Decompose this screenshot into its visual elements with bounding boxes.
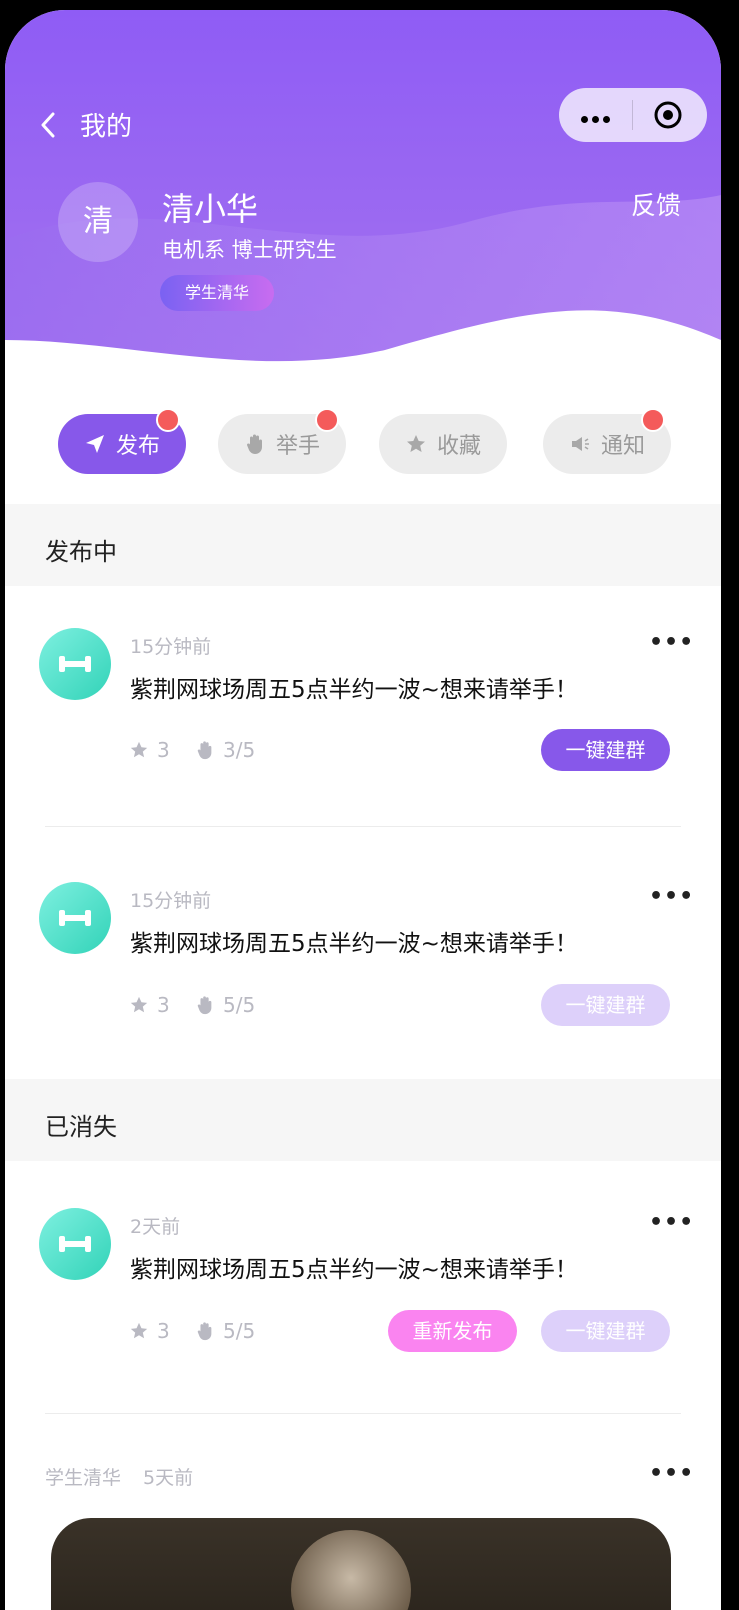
repost-button[interactable]: 重新发布 bbox=[388, 1310, 517, 1352]
star-icon bbox=[130, 996, 148, 1013]
hand-icon bbox=[197, 1322, 212, 1341]
hand-icon bbox=[197, 996, 212, 1015]
create-group-button[interactable]: 一键建群 bbox=[541, 729, 670, 771]
favorite-count: 3 bbox=[129, 993, 170, 1017]
star-icon bbox=[130, 741, 148, 758]
star-icon bbox=[406, 435, 425, 452]
dumbbell-avatar bbox=[39, 628, 111, 700]
create-group-button-disabled[interactable]: 一键建群 bbox=[541, 1310, 670, 1352]
post-meta: 学生清华 5天前 bbox=[45, 1463, 193, 1490]
post-more-icon[interactable]: ••• bbox=[649, 1461, 694, 1486]
create-group-button-disabled[interactable]: 一键建群 bbox=[541, 984, 670, 1026]
section-header-publishing: 发布中 bbox=[5, 504, 721, 586]
user-department: 电机系 博士研究生 bbox=[162, 238, 337, 262]
hand-count: 5/5 bbox=[195, 1319, 255, 1343]
post-time: 2天前 bbox=[130, 1216, 181, 1238]
section-title: 已消失 bbox=[45, 1113, 117, 1141]
favorite-count: 3 bbox=[129, 738, 170, 762]
post-content: 紫荆网球场周五5点半约一波~想来请举手！ bbox=[130, 931, 578, 957]
hand-count: 5/5 bbox=[195, 993, 255, 1017]
divider bbox=[45, 1413, 681, 1414]
post-author: 学生清华 bbox=[45, 1467, 122, 1489]
speaker-icon bbox=[571, 437, 589, 451]
close-miniprogram-icon[interactable] bbox=[653, 100, 683, 130]
hand-icon bbox=[197, 741, 212, 760]
section-header-vanished: 已消失 bbox=[5, 1079, 721, 1161]
post-time: 5天前 bbox=[143, 1467, 194, 1489]
star-icon bbox=[130, 1322, 148, 1339]
photo-subject bbox=[291, 1530, 411, 1610]
favorite-count: 3 bbox=[129, 1319, 170, 1343]
tab-notifications-badge bbox=[641, 408, 665, 432]
user-name: 清小华 bbox=[162, 190, 259, 228]
dumbbell-icon bbox=[59, 656, 91, 672]
tab-favorites[interactable]: 收藏 bbox=[379, 414, 507, 474]
miniprogram-capsule bbox=[559, 88, 707, 142]
post-time: 15分钟前 bbox=[130, 636, 212, 658]
tab-label: 通知 bbox=[600, 434, 645, 459]
hand-count-value: 3/5 bbox=[223, 738, 256, 762]
tab-label: 举手 bbox=[275, 434, 320, 459]
back-icon[interactable] bbox=[37, 110, 59, 140]
capsule-divider bbox=[632, 100, 633, 130]
hand-count-value: 5/5 bbox=[223, 1319, 256, 1343]
post-photo[interactable] bbox=[51, 1518, 671, 1610]
favorite-count-value: 3 bbox=[157, 1319, 170, 1343]
post-more-icon[interactable]: ••• bbox=[649, 884, 694, 909]
favorite-count-value: 3 bbox=[157, 738, 170, 762]
tab-label: 发布 bbox=[115, 434, 160, 459]
post-content: 紫荆网球场周五5点半约一波~想来请举手！ bbox=[130, 677, 578, 703]
phone-screen: 我的 清 清小华 电机系 博士研究生 学生清华 反馈 发布 举手 收藏 通知 发… bbox=[5, 10, 721, 1610]
feedback-link[interactable]: 反馈 bbox=[631, 186, 681, 222]
tab-label: 收藏 bbox=[436, 434, 481, 459]
post-content: 紫荆网球场周五5点半约一波~想来请举手！ bbox=[130, 1257, 578, 1283]
dumbbell-icon bbox=[59, 910, 91, 926]
dumbbell-avatar bbox=[39, 882, 111, 954]
post-more-icon[interactable]: ••• bbox=[649, 630, 694, 655]
post-time: 15分钟前 bbox=[130, 890, 212, 912]
tab-publish-badge bbox=[156, 408, 180, 432]
profile-header: 我的 清 清小华 电机系 博士研究生 学生清华 反馈 bbox=[5, 10, 721, 390]
tab-raise-hand-badge bbox=[315, 408, 339, 432]
page-title: 我的 bbox=[80, 112, 133, 142]
dumbbell-avatar bbox=[39, 1208, 111, 1280]
send-icon bbox=[85, 435, 104, 453]
more-menu-icon[interactable] bbox=[581, 108, 614, 127]
hand-count: 3/5 bbox=[195, 738, 255, 762]
hand-count-value: 5/5 bbox=[223, 993, 256, 1017]
avatar[interactable]: 清 bbox=[58, 182, 138, 262]
favorite-count-value: 3 bbox=[157, 993, 170, 1017]
dumbbell-icon bbox=[59, 1236, 91, 1252]
identity-tag: 学生清华 bbox=[160, 275, 274, 311]
hand-icon bbox=[246, 434, 262, 454]
divider bbox=[45, 826, 681, 827]
post-more-icon[interactable]: ••• bbox=[649, 1210, 694, 1235]
section-title: 发布中 bbox=[45, 538, 117, 566]
